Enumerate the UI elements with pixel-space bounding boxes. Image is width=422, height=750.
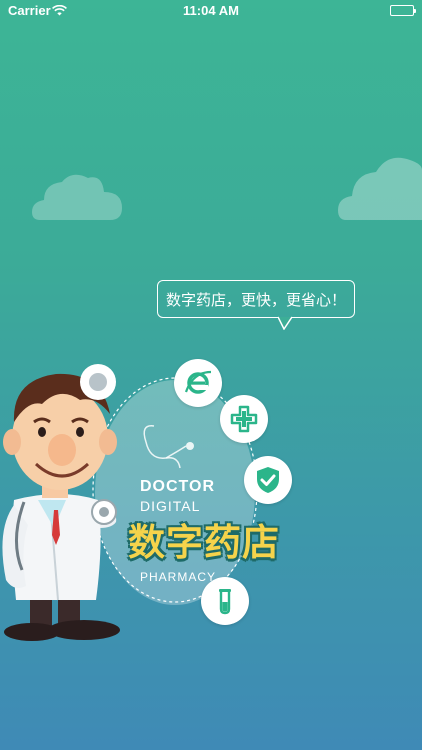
bubble-tail [278,316,293,330]
logo-pharmacy-word: PHARMACY [140,570,217,584]
slogan-bubble: 数字药店，更快，更省心！ [157,280,355,318]
test-tube-icon [201,577,249,625]
browser-e-icon [174,359,222,407]
cloud-right [338,157,422,220]
battery-icon [390,5,416,16]
cloud-left [32,174,122,220]
medical-cross-icon [220,395,268,443]
status-bar: Carrier 11:04 AM [0,0,422,22]
logo-doctor-word: DOCTOR [140,478,216,495]
shield-check-icon [244,456,292,504]
clock-time: 11:04 AM [183,3,239,18]
app-brand-title: 数字药店 [128,521,280,564]
doctor-illustration [2,364,120,641]
slogan-text: 数字药店，更快，更省心！ [165,290,346,309]
